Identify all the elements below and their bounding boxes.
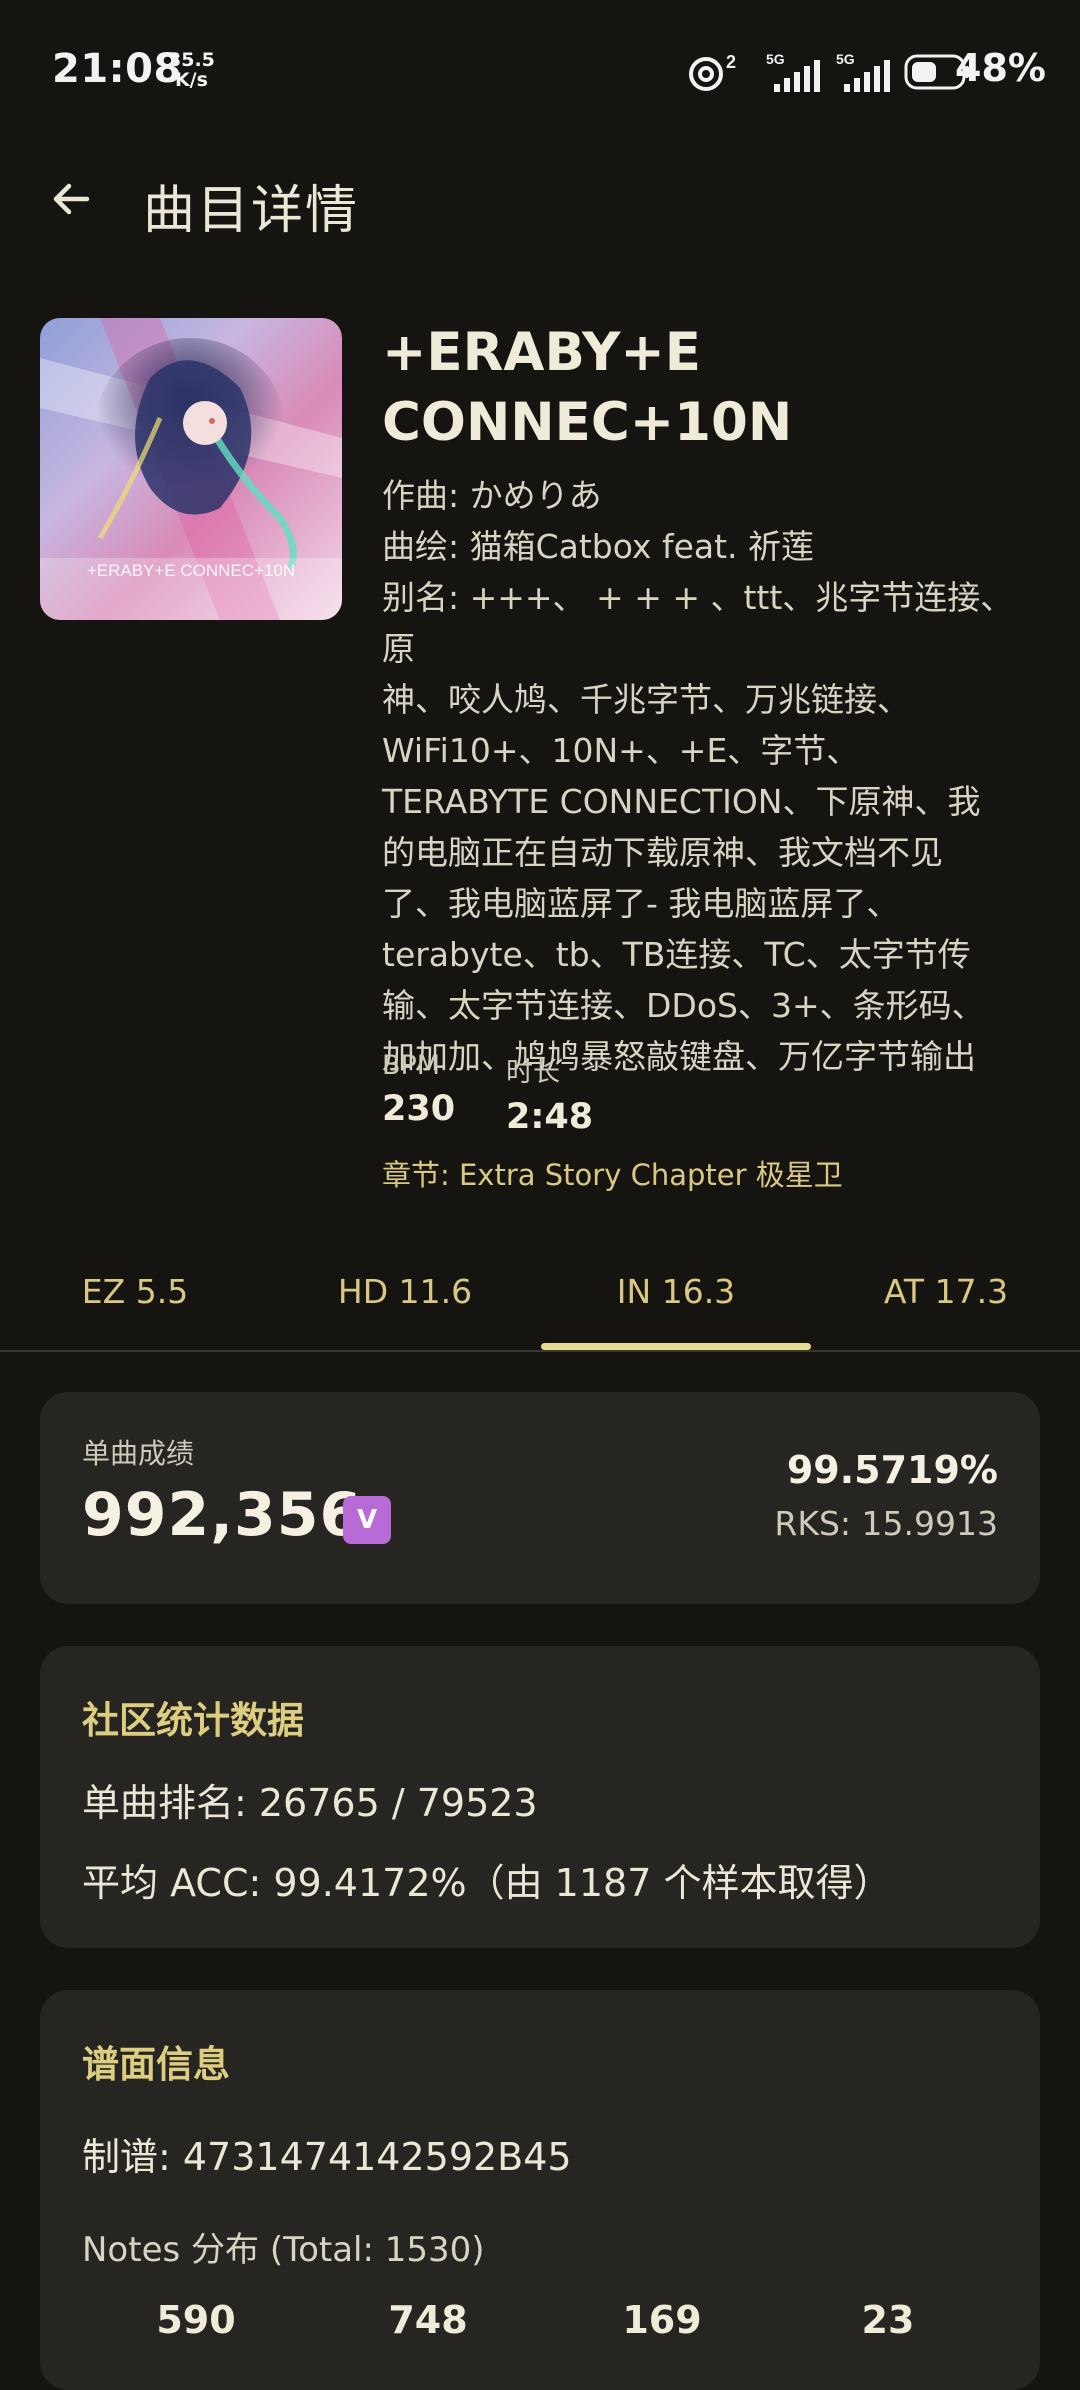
svg-text:5G: 5G xyxy=(836,51,855,67)
alias-line: 加加加、鸠鸠暴怒敲键盘、万亿字节输出 xyxy=(382,1037,976,1076)
notes-count: 23 xyxy=(861,2298,915,2342)
song-title-line2: CONNEC+10N xyxy=(382,392,793,453)
tab-hd[interactable]: HD 11.6 xyxy=(270,1272,540,1311)
signal-5g-icon-2: 5G xyxy=(836,51,890,92)
illustrator: 曲绘: 猫箱Catbox feat. 祈莲 xyxy=(382,527,815,566)
song-title-line1: +ERABY+E xyxy=(382,322,701,383)
cover-illustration: +ERABY+E CONNEC+10N xyxy=(40,318,342,620)
status-time: 21:08 xyxy=(52,46,182,92)
chapter-label: 章节: Extra Story Chapter 极星卫 xyxy=(382,1158,843,1192)
composer: 作曲: かめりあ xyxy=(382,476,602,515)
tab-at[interactable]: AT 17.3 xyxy=(811,1272,1080,1311)
network-speed-unit: K/s xyxy=(174,69,208,91)
song-cover-art[interactable]: +ERABY+E CONNEC+10N xyxy=(40,318,342,620)
score-card: 单曲成绩 992,356 V 99.5719% RKS: 15.9913 xyxy=(40,1392,1040,1604)
song-title: +ERABY+E CONNEC+10N xyxy=(382,318,1042,458)
alias-line: WiFi10+、10N+、+E、字节、 xyxy=(382,731,860,770)
arrow-left-icon xyxy=(53,183,90,215)
tab-divider xyxy=(0,1350,1080,1352)
rank-badge: V xyxy=(343,1496,391,1544)
svg-text:2: 2 xyxy=(726,52,736,72)
difficulty-tabs: EZ 5.5 HD 11.6 IN 16.3 AT 17.3 xyxy=(0,1250,1080,1350)
aliases: 别名: +++、 + + + 、ttt、兆字节连接、原 神、咬人鸠、千兆字节、万… xyxy=(382,572,1042,1082)
chart-info-card: 谱面信息 制谱: 4731474142592B45 Notes 分布 (Tota… xyxy=(40,1990,1040,2390)
score-card-label: 单曲成绩 xyxy=(82,1437,195,1470)
tab-ez[interactable]: EZ 5.5 xyxy=(0,1272,270,1311)
charter: 制谱: 4731474142592B45 xyxy=(82,2135,572,2179)
bpm-value: 230 xyxy=(382,1089,456,1129)
rks-value: RKS: 15.9913 xyxy=(774,1504,998,1543)
alias-line: 的电脑正在自动下载原神、我文档不见 xyxy=(382,833,943,872)
community-stats-card: 社区统计数据 单曲排名: 26765 / 79523 平均 ACC: 99.41… xyxy=(40,1646,1040,1948)
svg-text:5G: 5G xyxy=(766,51,785,67)
active-tab-indicator xyxy=(541,1343,811,1350)
alias-line: terabyte、tb、TB连接、TC、太字节传 xyxy=(382,935,971,974)
page-title: 曲目详情 xyxy=(143,181,360,241)
network-speed-value: 35.5 xyxy=(168,49,215,71)
battery-percent: 48% xyxy=(955,46,1046,90)
duration-stat: 时长 2:48 xyxy=(506,1050,593,1137)
alias-line: TERABYTE CONNECTION、下原神、我 xyxy=(382,782,981,821)
status-icons: 2 5G 5G xyxy=(684,50,970,94)
notes-count: 169 xyxy=(622,2298,702,2342)
notes-count: 748 xyxy=(388,2298,468,2342)
bpm-label: BPM xyxy=(382,1050,441,1081)
chart-info-title: 谱面信息 xyxy=(82,2043,230,2086)
alias-line: 输、太字节连接、DDoS、3+、条形码、 xyxy=(382,986,985,1025)
score-value: 992,356 xyxy=(82,1480,363,1550)
average-acc: 平均 ACC: 99.4172%（由 1187 个样本取得） xyxy=(82,1861,892,1905)
signal-5g-icon-1: 5G xyxy=(766,51,820,92)
duration-label: 时长 xyxy=(506,1057,560,1088)
community-stats-title: 社区统计数据 xyxy=(82,1699,304,1742)
notes-distribution-label: Notes 分布 (Total: 1530) xyxy=(82,2230,485,2270)
notes-count: 590 xyxy=(156,2298,236,2342)
bpm-stat: BPM 230 xyxy=(382,1050,455,1129)
alias-line: 别名: +++、 + + + 、ttt、兆字节连接、原 xyxy=(382,578,1014,668)
accuracy-value: 99.5719% xyxy=(786,1448,998,1492)
network-speed: 35.5 K/s xyxy=(168,50,215,90)
song-rank: 单曲排名: 26765 / 79523 xyxy=(82,1781,538,1825)
hotspot-icon: 2 xyxy=(689,52,736,91)
back-button[interactable] xyxy=(40,168,102,230)
tab-in[interactable]: IN 16.3 xyxy=(541,1272,811,1311)
alias-line: 神、咬人鸠、千兆字节、万兆链接、 xyxy=(382,680,910,719)
cover-title-text: +ERABY+E CONNEC+10N xyxy=(87,561,295,580)
alias-line: 了、我电脑蓝屏了- 我电脑蓝屏了、 xyxy=(382,884,900,923)
duration-value: 2:48 xyxy=(506,1097,594,1137)
